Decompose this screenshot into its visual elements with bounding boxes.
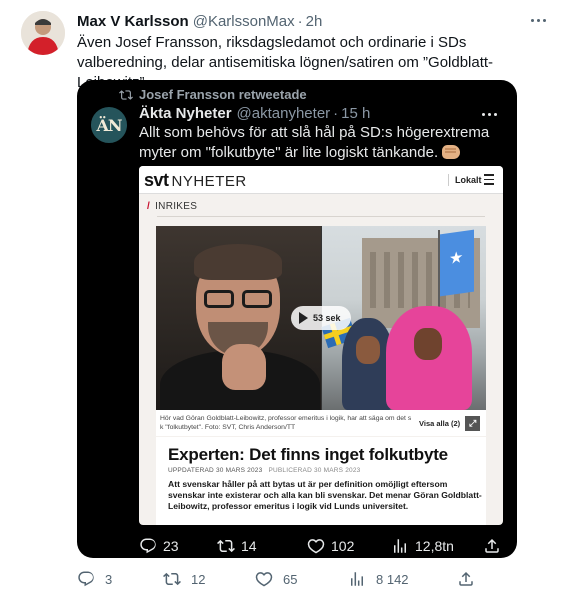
photo-caption: Hör vad Göran Goldblatt-Leibowitz, profe… — [160, 415, 412, 431]
retweet-reply-button[interactable]: 23 — [139, 537, 179, 555]
share-button[interactable] — [457, 570, 475, 588]
svt-topbar: svt NYHETER Lokalt — [139, 166, 503, 194]
retweet-views-count: 12,8tn — [415, 538, 454, 554]
share-icon — [485, 538, 499, 553]
retweet-retweet-count: 14 — [241, 538, 257, 554]
retweeted-post[interactable]: Josef Fransson retweetade ÄN Äkta Nyhete… — [77, 80, 517, 558]
article-lead: Att svenskar håller på att bytas ut är p… — [168, 479, 482, 511]
more-icon[interactable] — [528, 12, 548, 28]
retweet-reply-count: 23 — [163, 538, 179, 554]
retweet-button[interactable]: 12 — [163, 570, 205, 588]
reply-button[interactable]: 3 — [77, 570, 112, 588]
retweet-like-count: 102 — [331, 538, 355, 554]
attached-image[interactable]: svt NYHETER Lokalt / INRIKES ★ 53 sek Hö… — [139, 166, 503, 525]
article-body: Experten: Det finns inget folkutbyte UPP… — [156, 437, 486, 525]
retweet-icon — [217, 539, 235, 553]
heart-icon — [307, 539, 325, 554]
tweet-header: Max V Karlsson @KarlssonMax · 2h — [77, 10, 548, 32]
article-dates: UPPDATERAD 30 MARS 2023 PUBLICERAD 30 MAR… — [168, 467, 360, 474]
photo-caption-bar: Hör vad Göran Goldblatt-Leibowitz, profe… — [156, 410, 486, 436]
glasses-shape — [204, 290, 276, 308]
expand-icon: ⤢ — [465, 416, 481, 431]
fist-emoji-icon — [442, 145, 461, 159]
like-count: 65 — [283, 571, 298, 587]
tweet-time[interactable]: 2h — [306, 13, 323, 30]
visa-alla-label: Visa alla (2) — [419, 419, 461, 428]
retweet-more-icon[interactable] — [479, 108, 499, 120]
retweet-text: Allt som behövs för att slå hål på SD:s … — [139, 123, 509, 163]
hamburger-icon — [484, 174, 494, 185]
share-icon — [459, 571, 473, 586]
retweet-author-avatar[interactable]: ÄN — [89, 105, 129, 145]
retweet-time[interactable]: 15 h — [341, 105, 370, 122]
visa-alla-button: Visa alla (2) ⤢ — [419, 416, 481, 431]
retweet-small-icon — [119, 89, 133, 100]
reply-icon — [78, 571, 94, 587]
heart-icon — [255, 572, 273, 587]
retweet-header: Äkta Nyheter @aktanyheter · 15 h — [139, 103, 370, 123]
header-separator: · — [297, 12, 303, 30]
svt-section: / INRIKES — [147, 201, 197, 212]
retweet-share-button[interactable] — [483, 537, 501, 555]
svt-section-label: INRIKES — [155, 201, 198, 212]
video-play-button: 53 sek — [291, 306, 351, 330]
retweet-icon — [163, 572, 181, 586]
published-date: PUBLICERAD 30 MARS 2023 — [268, 467, 361, 474]
retweeted-label[interactable]: Josef Fransson retweetade — [139, 87, 307, 102]
like-button[interactable]: 65 — [255, 570, 297, 588]
views-button[interactable]: 8 142 — [348, 570, 409, 588]
retweet-author-handle[interactable]: @aktanyheter — [237, 105, 331, 122]
retweet-views-button[interactable]: 12,8tn — [391, 537, 454, 555]
reply-icon — [140, 538, 156, 554]
retweet-author-name[interactable]: Äkta Nyheter — [139, 105, 232, 122]
author-name[interactable]: Max V Karlsson — [77, 13, 189, 30]
play-icon — [299, 312, 308, 324]
avatar-photo — [21, 11, 65, 55]
author-avatar[interactable] — [21, 11, 65, 55]
retweet-header-separator: · — [333, 104, 339, 122]
views-count: 8 142 — [376, 571, 409, 587]
article-photo: 53 sek — [156, 226, 486, 410]
author-handle[interactable]: @KarlssonMax — [193, 13, 295, 30]
views-icon — [394, 539, 406, 553]
svt-divider — [157, 216, 485, 217]
retweet-count: 12 — [191, 571, 206, 587]
video-duration: 53 sek — [313, 313, 341, 323]
svt-logo-text: svt — [144, 170, 169, 190]
reply-count: 3 — [105, 571, 113, 587]
svt-logo: svt NYHETER — [144, 170, 247, 191]
svt-logo-suffix: NYHETER — [171, 173, 247, 190]
svt-lokalt-link: Lokalt — [448, 174, 482, 186]
updated-date: UPPDATERAD 30 MARS 2023 — [168, 467, 263, 474]
somali-flag-shape — [440, 229, 474, 297]
retweeted-by: Josef Fransson retweetade — [119, 87, 307, 102]
retweet-like-button[interactable]: 102 — [307, 537, 354, 555]
section-slash-icon: / — [147, 201, 151, 212]
retweet-retweet-button[interactable]: 14 — [217, 537, 257, 555]
avatar-monogram: ÄN — [96, 115, 122, 135]
views-icon — [351, 572, 363, 586]
article-headline: Experten: Det finns inget folkutbyte — [168, 445, 448, 464]
retweet-text-body: Allt som behövs för att slå hål på SD:s … — [139, 124, 490, 161]
